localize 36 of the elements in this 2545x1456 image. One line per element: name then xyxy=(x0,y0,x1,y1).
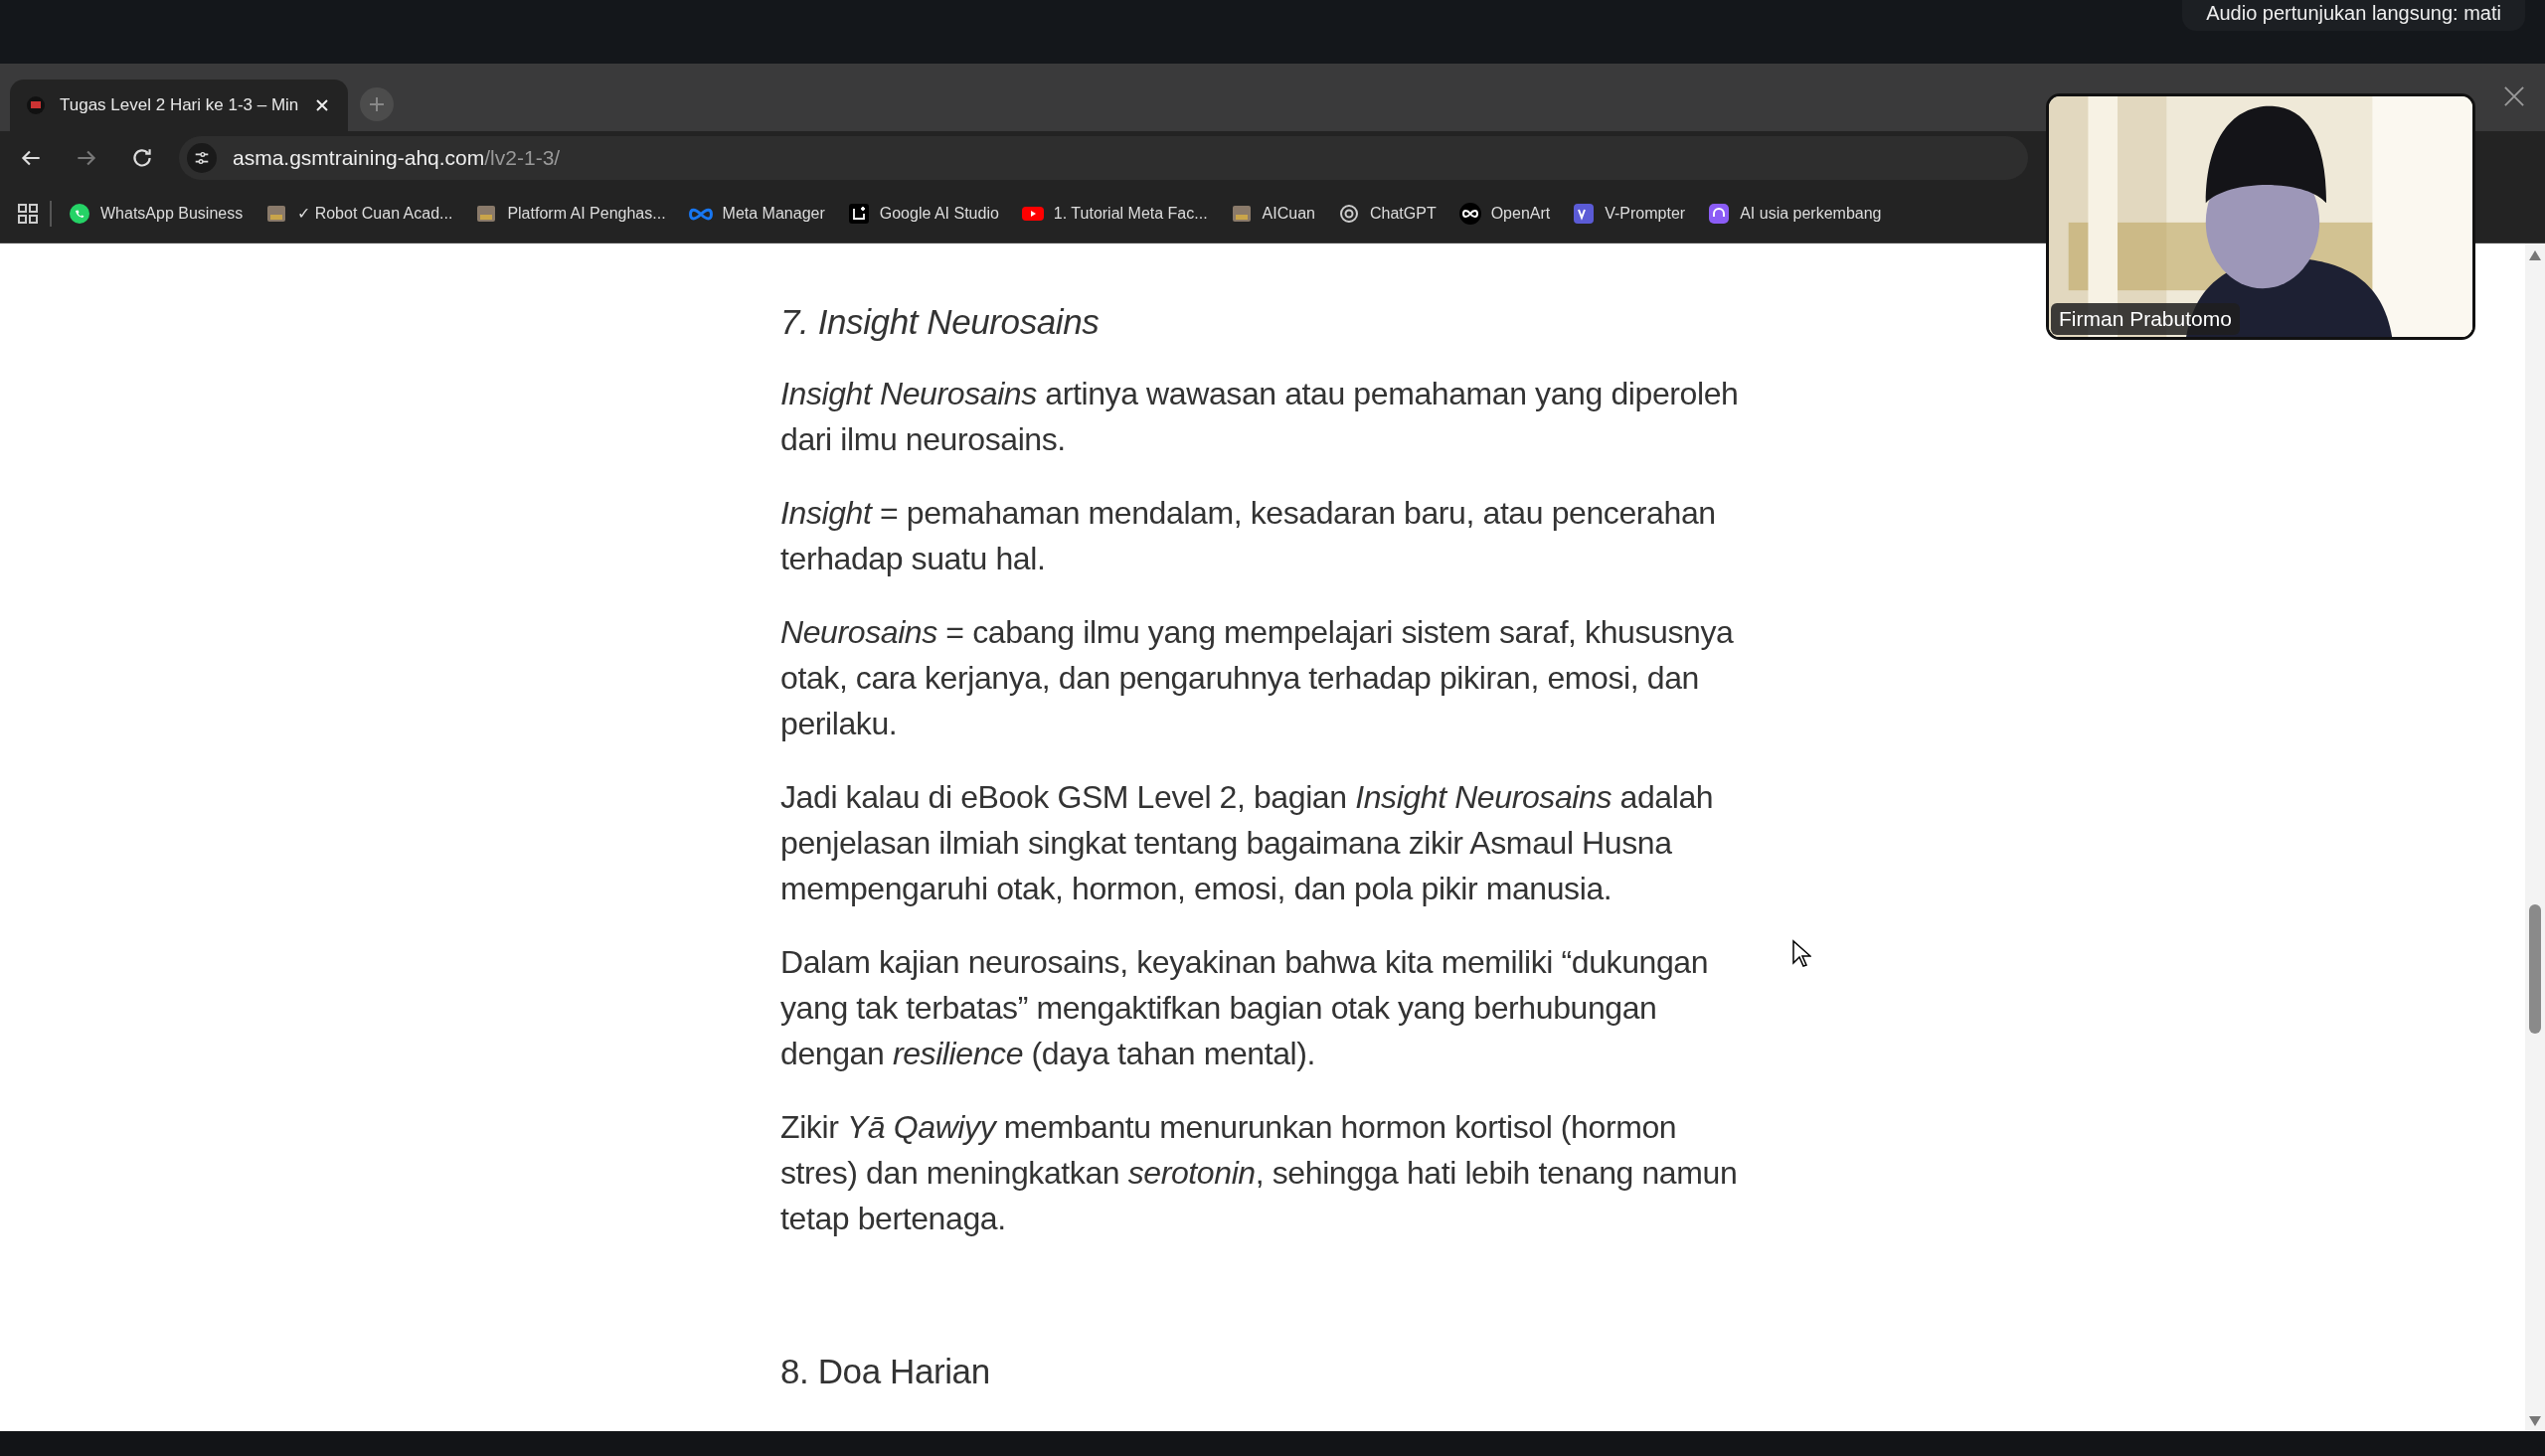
address-bar[interactable]: asma.gsmtraining-ahq.com/lv2-1-3/ xyxy=(179,135,2028,180)
scrollbar[interactable] xyxy=(2525,243,2545,1431)
infinity-icon xyxy=(1457,201,1482,226)
sliders-icon[interactable] xyxy=(187,142,217,173)
paragraph: Neurosains = cabang ilmu yang mempelajari sistem saraf, khususnya otak, cara kerjanya, dan pengaruhnya terhadap pikiran, emosi, dan perilaku. xyxy=(780,613,1735,743)
bookmark[interactable]: AI usia perkembang xyxy=(1701,197,1888,230)
apps-grid-icon[interactable] xyxy=(16,201,40,226)
audio-status-banner: Audio pertunjukan langsung: mati xyxy=(2182,0,2525,31)
site-logo-icon xyxy=(26,95,46,115)
bookmark[interactable]: Meta Manager xyxy=(681,200,831,227)
bookmark[interactable]: Platform AI Penghas... xyxy=(468,197,672,230)
bookmark[interactable]: OpenArt xyxy=(1451,197,1557,230)
mouse-pointer-icon xyxy=(1791,939,1811,969)
bookmark[interactable]: V-Prompter xyxy=(1566,197,1692,230)
bookmark[interactable]: 1. Tutorial Meta Fac... xyxy=(1014,197,1214,230)
scroll-up-icon[interactable] xyxy=(2528,249,2542,261)
app-icon xyxy=(1572,201,1597,226)
paragraph: Insight Neurosains artinya wawasan atau pemahaman yang diperoleh dari ilmu neurosains. xyxy=(780,375,1740,459)
bookmark[interactable]: Google AI Studio xyxy=(840,197,1005,230)
paragraph: Jadi kalau di eBook GSM Level 2, bagian Insight Neurosains adalah penjelasan ilmiah singkat tentang bagaimana zikir Asmaul Husna mempengaruhi otak, hormon, emosi, dan pola pikir manusia. xyxy=(780,778,1715,908)
infinity-icon xyxy=(687,206,714,221)
bookmark[interactable]: ChatGPT xyxy=(1330,197,1442,230)
paragraph: Zikir Yā Qawiyy membantu menurunkan hormon kortisol (hormon stres) dan meningkatkan serotonin, sehingga hati lebih tenang namun tetap bertenaga. xyxy=(780,1108,1739,1238)
participant-name: Firman Prabutomo xyxy=(2051,303,2240,335)
paragraph: Insight = pemahaman mendalam, kesadaran baru, atau pencerahan terhadap suatu hal. xyxy=(780,494,1717,578)
scroll-down-icon[interactable] xyxy=(2528,1415,2542,1427)
browser-tab[interactable]: Tugas Level 2 Hari ke 1-3 – Min xyxy=(10,80,348,131)
plus-icon[interactable] xyxy=(360,87,394,121)
section-heading: 7. Insight Neurosains xyxy=(780,301,1101,343)
scrollbar-thumb[interactable] xyxy=(2529,904,2541,1034)
bookmark[interactable]: WhatsApp Business xyxy=(62,197,250,230)
section-heading: 8. Doa Harian xyxy=(780,1351,991,1392)
bookmark[interactable]: AICuan xyxy=(1223,197,1321,230)
paragraph: Dalam kajian neurosains, keyakinan bahwa kita memiliki “dukungan yang tak terbatas” mengaktifkan bagian otak yang berhubungan dengan resilience (daya tahan mental). xyxy=(780,943,1710,1073)
headset-icon xyxy=(1707,201,1732,226)
bookmark[interactable]: ✓ Robot Cuan Acad... xyxy=(258,197,459,230)
